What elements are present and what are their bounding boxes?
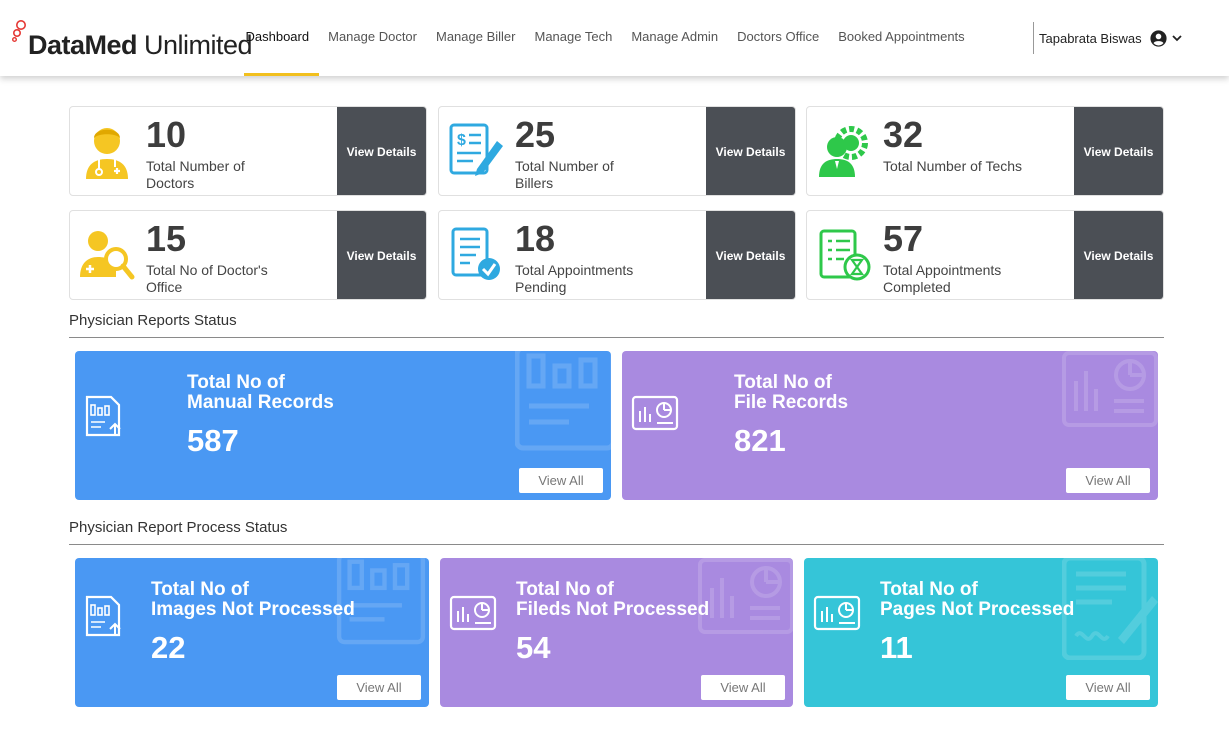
card-value: 11 [880, 630, 913, 665]
dashboard-chart-icon [449, 595, 497, 631]
top-header: DataMed Unlimited Dashboard Manage Docto… [0, 0, 1229, 76]
section-title-reports: Physician Reports Status [69, 312, 237, 329]
user-avatar-icon [1150, 29, 1167, 47]
view-details-button[interactable]: View Details [337, 107, 426, 195]
brand-name: DataMed Unlimited [28, 30, 253, 61]
view-all-button[interactable]: View All [1066, 675, 1150, 700]
process-card-pages: Total No of Pages Not Processed 11 View … [804, 558, 1158, 707]
card-value: 22 [151, 630, 186, 665]
stat-label: Total Number of Techs [883, 158, 1023, 174]
chart-watermark-icon [698, 558, 793, 634]
user-menu[interactable]: Tapabrata Biswas [1033, 22, 1184, 54]
dashboard-chart-icon [813, 595, 861, 631]
stat-card-appointments-completed: 57 Total Appointments Completed View Det… [806, 210, 1164, 300]
biller-invoice-icon: $ [449, 123, 503, 176]
section-title-process: Physician Report Process Status [69, 519, 288, 536]
user-name: Tapabrata Biswas [1039, 30, 1142, 46]
stat-label: Total Appointments Completed [883, 262, 1002, 295]
checklist-hourglass-icon [819, 229, 871, 281]
card-title: Total No of Images Not Processed [151, 579, 355, 620]
nav-manage-tech[interactable]: Manage Tech [525, 0, 622, 76]
card-title: Total No of Pages Not Processed [880, 579, 1075, 620]
report-upload-icon [85, 395, 121, 437]
stat-label: Total No of Doctor's Office [146, 262, 268, 295]
checklist-check-icon [451, 227, 500, 280]
nav-booked-appointments[interactable]: Booked Appointments [829, 0, 974, 76]
card-value: 54 [516, 630, 551, 665]
chart-watermark-icon [1062, 351, 1158, 427]
stat-label: Total Number of Doctors [146, 158, 245, 191]
view-details-button[interactable]: View Details [706, 107, 795, 195]
section-divider [69, 337, 1164, 338]
stat-value: 18 [515, 218, 556, 259]
report-card-file-records: Total No of File Records 821 View All [622, 351, 1158, 500]
svg-text:$: $ [457, 132, 466, 149]
nav-manage-admin[interactable]: Manage Admin [622, 0, 728, 76]
card-title: Total No of Manual Records [187, 372, 334, 413]
process-card-fileds: Total No of Fileds Not Processed 54 View… [440, 558, 793, 707]
view-details-button[interactable]: View Details [337, 211, 426, 299]
view-details-button[interactable]: View Details [1074, 107, 1163, 195]
chevron-down-icon [1171, 35, 1182, 42]
card-title: Total No of File Records [734, 372, 849, 413]
view-all-button[interactable]: View All [519, 468, 603, 493]
nav-manage-doctor[interactable]: Manage Doctor [319, 0, 427, 76]
card-title: Total No of Fileds Not Processed [516, 579, 710, 620]
brand-name-light: Unlimited [137, 30, 253, 60]
stat-label: Total Appointments Pending [515, 262, 634, 295]
view-details-button[interactable]: View Details [706, 211, 795, 299]
stat-card-doctors-office: 15 Total No of Doctor's Office View Deta… [69, 210, 427, 300]
report-watermark-icon [515, 351, 611, 451]
document-sign-watermark-icon [1062, 558, 1158, 660]
card-value: 587 [187, 423, 239, 458]
stat-value: 32 [883, 114, 924, 155]
doctor-search-icon [80, 231, 135, 280]
nav-doctors-office[interactable]: Doctors Office [728, 0, 829, 76]
doctor-icon [86, 128, 128, 179]
main-nav: Dashboard Manage Doctor Manage Biller Ma… [236, 0, 974, 76]
dashboard-chart-icon [631, 395, 679, 431]
stat-value: 10 [146, 114, 187, 155]
stat-value: 15 [146, 218, 187, 259]
section-divider [69, 544, 1164, 545]
nav-dashboard[interactable]: Dashboard [236, 0, 319, 76]
report-card-manual-records: Total No of Manual Records 587 View All [75, 351, 611, 500]
view-all-button[interactable]: View All [337, 675, 421, 700]
stat-value: 25 [515, 114, 556, 155]
nav-manage-biller[interactable]: Manage Biller [427, 0, 526, 76]
brand-name-bold: DataMed [28, 30, 138, 60]
tech-gear-icon [819, 126, 868, 177]
stat-card-doctors: 10 Total Number of Doctors View Details [69, 106, 427, 196]
stat-card-appointments-pending: 18 Total Appointments Pending View Detai… [438, 210, 796, 300]
view-all-button[interactable]: View All [1066, 468, 1150, 493]
view-all-button[interactable]: View All [701, 675, 785, 700]
stat-card-techs: 32 Total Number of Techs View Details [806, 106, 1164, 196]
stat-card-billers: $ 25 Total Number of Billers View Detail… [438, 106, 796, 196]
stat-label: Total Number of Billers [515, 158, 614, 191]
report-upload-icon [85, 595, 121, 637]
view-details-button[interactable]: View Details [1074, 211, 1163, 299]
stat-value: 57 [883, 218, 924, 259]
card-value: 821 [734, 423, 786, 458]
process-card-images: Total No of Images Not Processed 22 View… [75, 558, 429, 707]
